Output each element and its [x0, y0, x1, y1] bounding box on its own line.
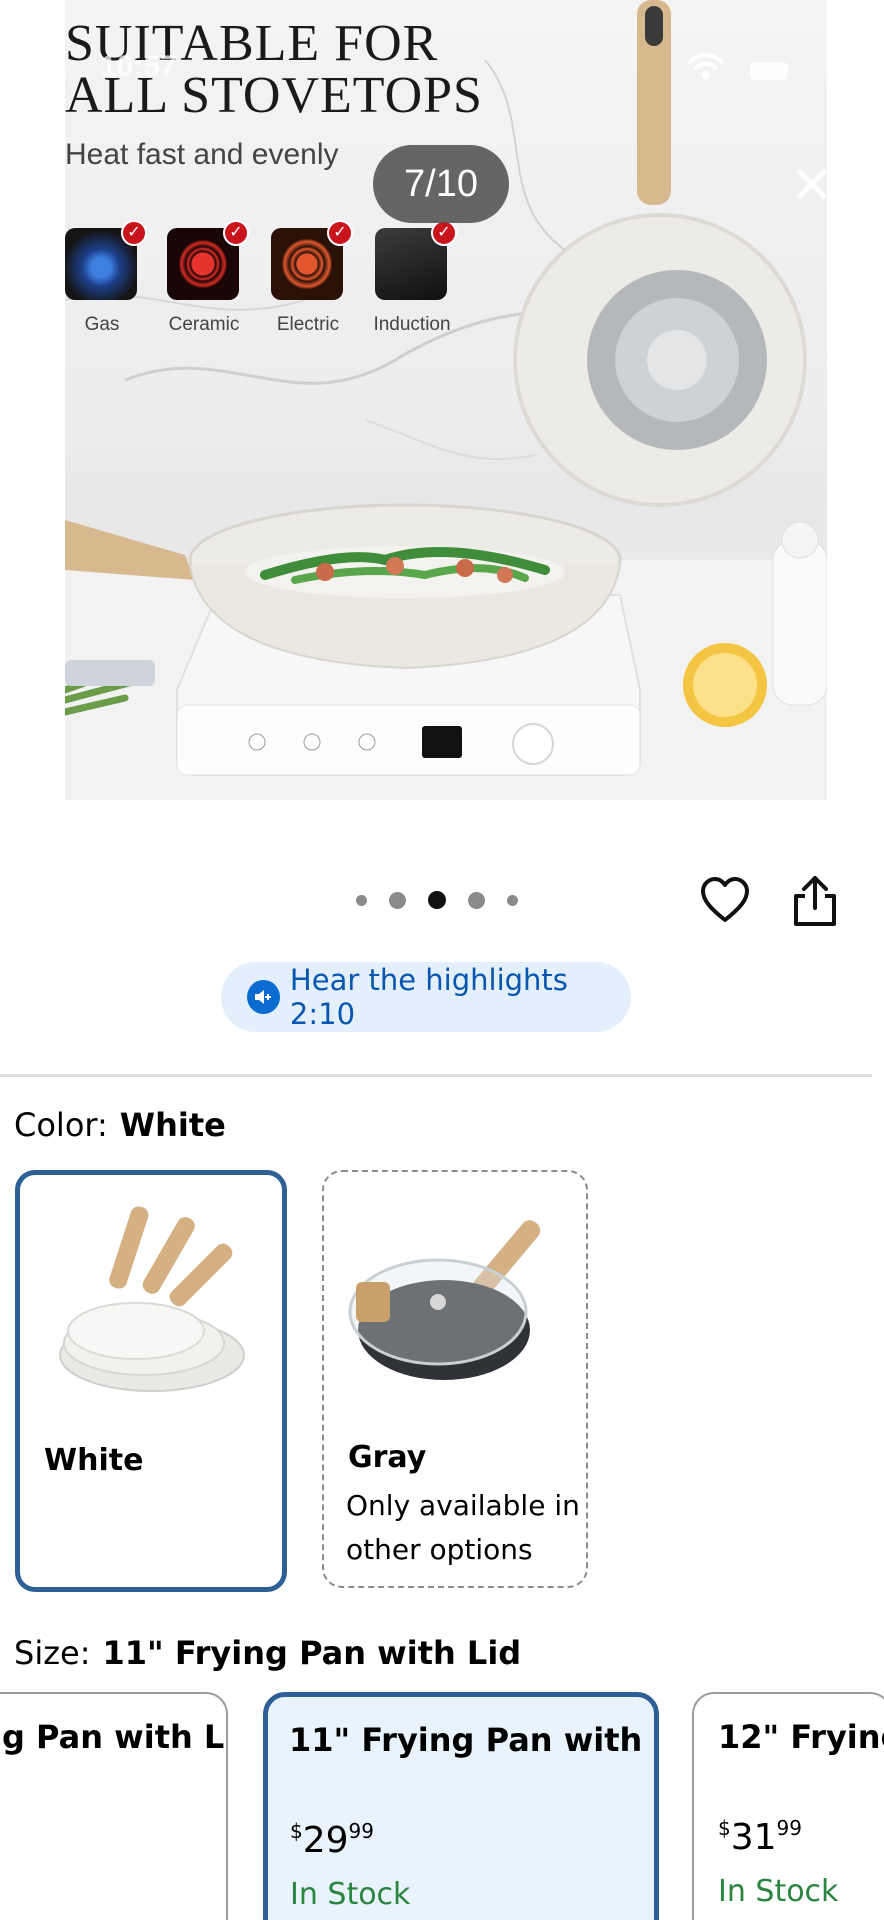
size-option-title: 12" Frying — [718, 1718, 884, 1756]
product-image-gallery[interactable]: SUITABLE FOR ALL STOVETOPS Heat fast and… — [65, 0, 827, 800]
price-dollars: 31 — [730, 1817, 777, 1858]
status-time: 10:57 — [100, 50, 177, 83]
share-icon[interactable] — [790, 874, 840, 928]
gallery-subheading: Heat fast and evenly — [65, 138, 339, 171]
price-cents: 99 — [348, 1819, 374, 1843]
color-option-note: Only available in other options — [346, 1489, 580, 1566]
size-option-card-selected[interactable]: 11" Frying Pan with Lid $2999 In Stock — [263, 1692, 659, 1920]
color-option-name: Gray — [348, 1440, 427, 1475]
size-label: Size: — [14, 1634, 91, 1672]
color-heading: Color: White — [14, 1106, 226, 1144]
carousel-dot[interactable] — [389, 891, 406, 909]
ceramic-stove-icon: ✓ — [167, 220, 249, 300]
size-option-card[interactable]: g Pan with Lid — [0, 1692, 228, 1920]
size-option-title: g Pan with Lid — [2, 1718, 226, 1756]
battery-icon — [750, 62, 788, 80]
speaker-icon — [247, 980, 280, 1014]
carousel-dot-active[interactable] — [428, 891, 446, 909]
color-option-gray[interactable]: Gray Only available in other options — [322, 1170, 588, 1588]
white-pan-set-image — [59, 1206, 245, 1392]
size-heading: Size: 11" Frying Pan with Lid — [14, 1634, 521, 1672]
electric-stove-icon: ✓ — [271, 220, 353, 300]
size-selected-value: 11" Frying Pan with Lid — [102, 1634, 522, 1672]
wifi-icon — [688, 53, 724, 79]
price-cents: 99 — [776, 1816, 802, 1840]
stove-label-induction: Induction — [373, 314, 451, 335]
gray-pan-image — [348, 1220, 541, 1380]
color-option-white[interactable]: White — [15, 1170, 287, 1592]
close-icon[interactable]: ✕ — [790, 160, 834, 212]
size-option-price: $3199 — [718, 1816, 802, 1858]
stovetop-icons: ✓ ✓ ✓ ✓ Gas Ceramic Electric Induction — [65, 220, 485, 338]
price-dollars: 29 — [302, 1820, 349, 1861]
section-divider — [0, 1074, 872, 1077]
carousel-dot[interactable] — [356, 894, 367, 906]
image-counter: 7/10 — [373, 145, 509, 223]
carousel-dot[interactable] — [468, 891, 485, 909]
stock-status: In Stock — [290, 1877, 411, 1912]
carousel-dots — [345, 890, 529, 910]
stove-label-ceramic: Ceramic — [168, 314, 240, 335]
hear-highlights-label: Hear the highlights 2:10 — [289, 963, 568, 1031]
stove-label-electric: Electric — [276, 314, 340, 335]
color-selected-value: White — [119, 1106, 226, 1144]
hear-highlights-button[interactable]: Hear the highlights 2:10 — [221, 962, 631, 1032]
stove-label-gas: Gas — [84, 314, 120, 335]
induction-stove-icon: ✓ — [375, 220, 457, 300]
color-label: Color: — [14, 1106, 108, 1144]
gas-stove-icon: ✓ — [65, 220, 147, 300]
carousel-dot[interactable] — [507, 894, 518, 906]
size-option-title: 11" Frying Pan with Lid — [289, 1721, 654, 1759]
heart-icon[interactable] — [700, 876, 750, 926]
size-option-price: $2999 — [290, 1819, 374, 1861]
stock-status: In Stock — [718, 1874, 839, 1909]
size-option-card[interactable]: 12" Frying $3199 In Stock — [692, 1692, 884, 1920]
color-option-name: White — [44, 1443, 144, 1478]
